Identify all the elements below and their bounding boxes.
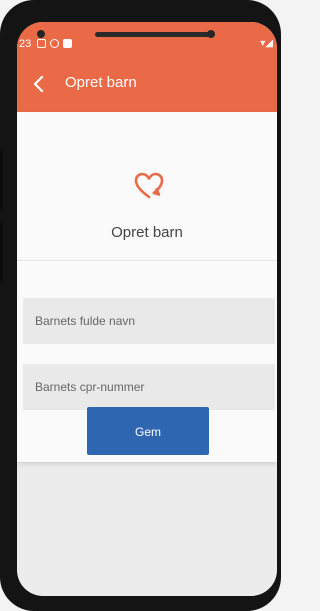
save-button[interactable]: Gem: [87, 407, 209, 455]
app-bar: 23 ▾◢ Opret barn: [17, 22, 277, 112]
page-title: Opret barn: [111, 224, 183, 241]
heart-icon: [134, 172, 164, 199]
child-name-field[interactable]: Barnets fulde navn: [23, 298, 275, 344]
status-time: 23: [19, 38, 32, 50]
back-button[interactable]: [27, 72, 51, 96]
speaker: [95, 32, 215, 37]
side-button: [0, 222, 3, 282]
screen: 23 ▾◢ Opret barn Opret barn Barnets fuld…: [17, 22, 277, 596]
notification-icon: [50, 39, 59, 48]
status-bar: 23 ▾◢: [17, 38, 277, 56]
camera-icon: [207, 30, 215, 38]
chevron-left-icon: [33, 76, 44, 92]
camera-icon: [37, 30, 45, 38]
sd-card-icon: [63, 39, 72, 48]
side-button: [0, 150, 3, 210]
phone-frame: 23 ▾◢ Opret barn Opret barn Barnets fuld…: [0, 0, 281, 611]
signal-battery-icon: ▾◢: [260, 38, 273, 49]
notification-icon: [37, 39, 46, 48]
divider: [17, 260, 277, 261]
form-card: Opret barn Barnets fulde navn Barnets cp…: [17, 112, 277, 462]
child-cpr-field[interactable]: Barnets cpr-nummer: [23, 364, 275, 410]
app-title: Opret barn: [65, 74, 137, 91]
